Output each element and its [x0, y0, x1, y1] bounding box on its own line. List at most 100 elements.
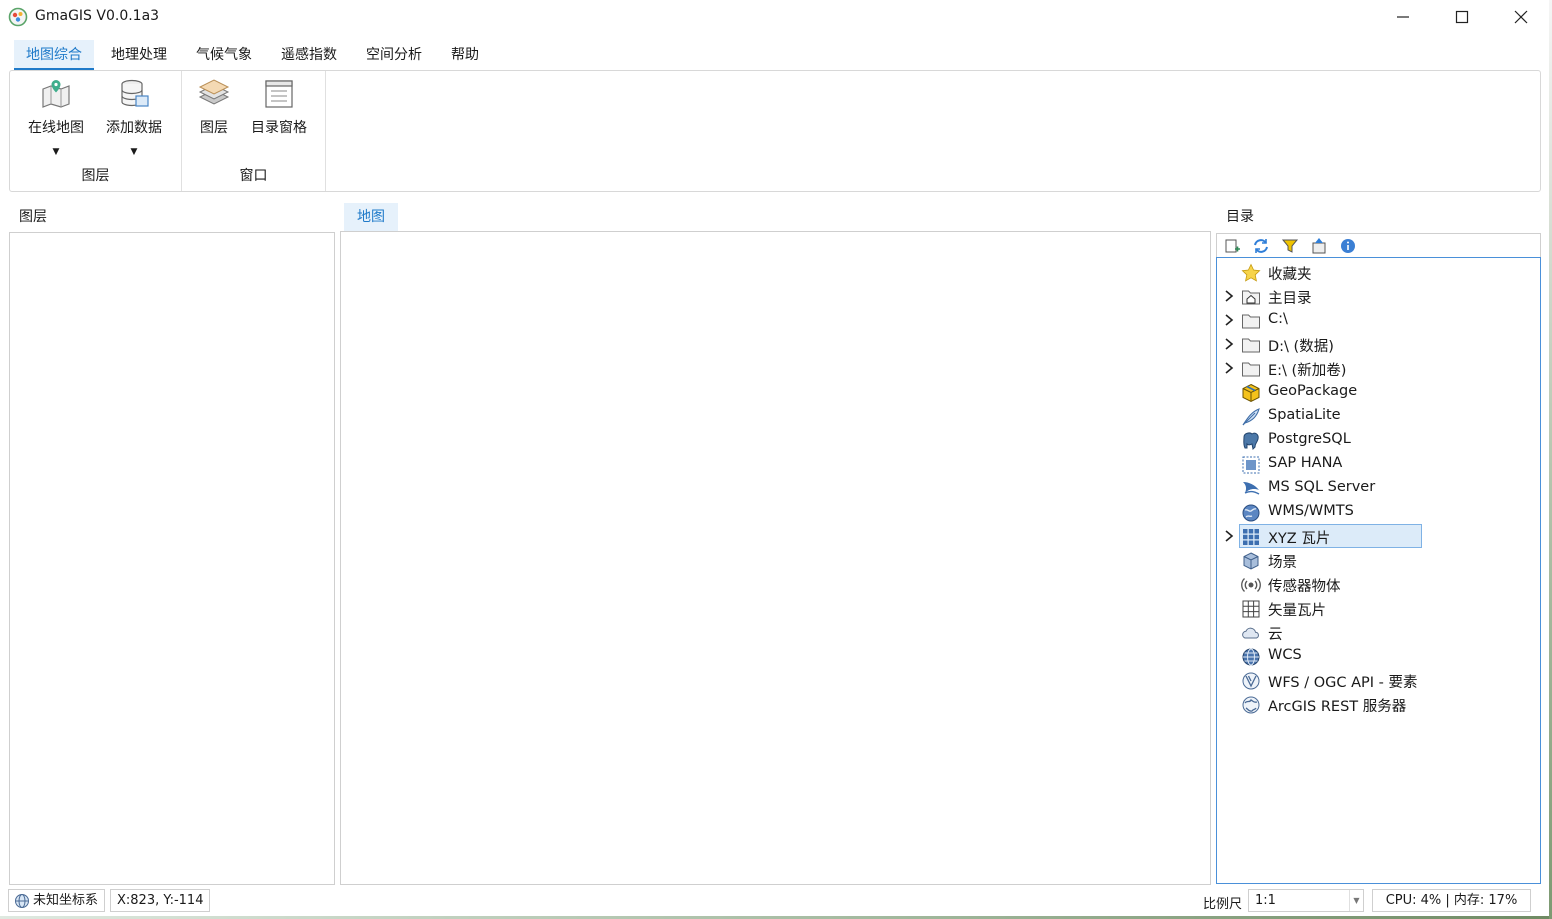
collapse-icon[interactable] [1310, 237, 1328, 255]
tree-item-sap-hana[interactable]: SAP HANA [1217, 452, 1540, 476]
add-data-icon [121, 79, 149, 107]
elephant-icon [1243, 432, 1259, 451]
catalog-pane-label: 目录窗格 [251, 120, 307, 136]
tree-item-wms[interactable]: WMS/WMTS [1217, 500, 1540, 524]
tree-item-drive-e[interactable]: E:\ (新加卷) [1217, 356, 1540, 380]
tree-item-mssql[interactable]: MS SQL Server [1217, 476, 1540, 500]
star-icon [1241, 263, 1261, 282]
vector-tiles-icon [1242, 600, 1260, 618]
tree-item-xyz-tiles[interactable]: XYZ 瓦片 [1217, 524, 1540, 548]
resource-monitor: CPU: 4% | 内存: 17% [1372, 889, 1531, 912]
chevron-right-icon[interactable] [1223, 312, 1235, 328]
cube-icon [1243, 552, 1259, 570]
tree-item-vector-tiles[interactable]: 矢量瓦片 [1217, 596, 1540, 620]
online-map-button[interactable]: 在线地图 ▼ [22, 77, 90, 157]
tree-item-scene[interactable]: 场景 [1217, 548, 1540, 572]
globe-icon [15, 894, 29, 908]
tree-item-spatialite[interactable]: SpatiaLite [1217, 404, 1540, 428]
refresh-icon[interactable] [1252, 237, 1270, 255]
arcgis-globe-icon [1242, 696, 1260, 714]
ribbon-group-window: 图层 目录窗格 窗口 [182, 71, 326, 191]
tree-item-drive-d[interactable]: D:\ (数据) [1217, 332, 1540, 356]
tree-item-home[interactable]: 主目录 [1217, 284, 1540, 308]
catalog-pane-title: 目录 [1226, 209, 1254, 225]
add-data-button[interactable]: 添加数据 ▼ [100, 77, 168, 157]
chevron-down-icon: ▼ [130, 147, 138, 157]
title-bar: GmaGIS V0.0.1a3 [0, 0, 1552, 34]
maximize-button[interactable] [1433, 0, 1491, 34]
hana-icon [1242, 456, 1260, 474]
online-map-label: 在线地图 [28, 120, 84, 136]
tab-geoprocessing[interactable]: 地理处理 [99, 40, 179, 70]
tree-item-favorites[interactable]: 收藏夹 [1217, 260, 1540, 284]
catalog-pane-icon [265, 80, 293, 108]
tab-map[interactable]: 地图 [344, 203, 398, 232]
online-map-icon [42, 80, 70, 108]
geopackage-icon [1242, 383, 1260, 403]
tree-item-sensor-things[interactable]: 传感器物体 [1217, 572, 1540, 596]
tree-item-cloud[interactable]: 云 [1217, 620, 1540, 644]
filter-icon[interactable] [1281, 237, 1299, 255]
home-folder-icon [1242, 290, 1260, 305]
chevron-right-icon[interactable] [1223, 336, 1235, 352]
tab-climate[interactable]: 气候气象 [184, 40, 264, 70]
tiles-icon [1243, 529, 1259, 545]
globe-icon [1242, 504, 1260, 522]
tab-remote-sensing[interactable]: 遥感指数 [269, 40, 349, 70]
feather-icon [1242, 408, 1260, 426]
chevron-right-icon[interactable] [1223, 360, 1235, 376]
chevron-down-icon[interactable]: ▼ [1349, 890, 1363, 911]
tab-help[interactable]: 帮助 [439, 40, 491, 70]
layers-label: 图层 [200, 120, 228, 136]
layers-pane[interactable] [9, 232, 335, 885]
tree-item-wcs[interactable]: WCS [1217, 644, 1540, 668]
tab-map-general[interactable]: 地图综合 [14, 40, 94, 70]
catalog-pane-button[interactable]: 目录窗格 [244, 77, 314, 137]
layers-button[interactable]: 图层 [192, 77, 236, 137]
cloud-icon [1242, 627, 1259, 639]
tree-item-geopackage[interactable]: GeoPackage [1217, 380, 1540, 404]
sensor-icon [1241, 578, 1261, 592]
ribbon-tab-bar: 地图综合 地理处理 气候气象 遥感指数 空间分析 帮助 [0, 38, 1552, 70]
window-title: GmaGIS V0.0.1a3 [35, 8, 160, 24]
tree-item-drive-c[interactable]: C:\ [1217, 308, 1540, 332]
group-label-layers: 图层 [81, 168, 110, 184]
map-canvas[interactable] [340, 231, 1211, 885]
folder-icon [1242, 362, 1260, 377]
add-data-label: 添加数据 [106, 120, 162, 136]
minimize-icon [1397, 16, 1409, 18]
tree-item-arcgis-rest[interactable]: ArcGIS REST 服务器 [1217, 692, 1540, 716]
selection-highlight [1239, 524, 1422, 548]
wfs-globe-icon [1242, 672, 1260, 690]
layers-pane-title: 图层 [19, 209, 47, 225]
maximize-icon [1455, 10, 1469, 24]
ribbon-panel: 在线地图 ▼ 添加数据 ▼ 图层 图层 目录窗格 窗口 [9, 70, 1541, 192]
crs-indicator[interactable]: 未知坐标系 [8, 889, 106, 912]
tab-spatial-analysis[interactable]: 空间分析 [354, 40, 434, 70]
tree-item-wfs[interactable]: WFS / OGC API - 要素 [1217, 668, 1540, 692]
folder-icon [1242, 314, 1260, 329]
ribbon-group-layers: 在线地图 ▼ 添加数据 ▼ 图层 [10, 71, 182, 191]
mssql-icon [1243, 482, 1260, 495]
scale-label: 比例尺 [1203, 897, 1243, 912]
catalog-tree: 收藏夹 主目录 C:\ D:\ (数据) E:\ (新加卷) GeoPackag… [1216, 257, 1541, 884]
minimize-button[interactable] [1374, 0, 1432, 34]
close-icon [1514, 10, 1528, 24]
chevron-right-icon[interactable] [1223, 288, 1235, 304]
scale-select[interactable]: 1:1 ▼ [1248, 889, 1364, 912]
crs-label: 未知坐标系 [33, 893, 99, 908]
new-icon[interactable] [1223, 237, 1241, 255]
catalog-toolbar [1216, 233, 1541, 257]
coordinate-readout: X:823, Y:-114 [110, 889, 211, 912]
layers-icon [198, 79, 230, 105]
group-label-window: 窗口 [239, 168, 268, 184]
close-button[interactable] [1492, 0, 1550, 34]
wcs-globe-icon [1242, 648, 1260, 666]
tree-item-postgresql[interactable]: PostgreSQL [1217, 428, 1540, 452]
status-bar: 未知坐标系 X:823, Y:-114 比例尺 1:1 ▼ CPU: 4% | … [0, 886, 1552, 916]
app-logo-icon [8, 7, 28, 27]
scale-value: 1:1 [1255, 893, 1276, 908]
chevron-down-icon: ▼ [52, 147, 60, 157]
chevron-right-icon[interactable] [1223, 528, 1235, 544]
info-icon[interactable] [1339, 237, 1357, 255]
